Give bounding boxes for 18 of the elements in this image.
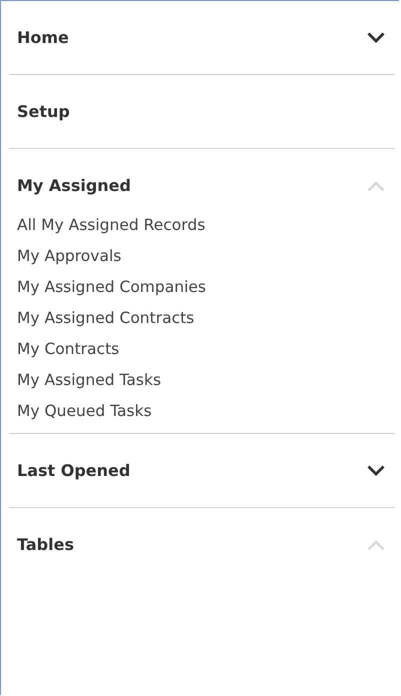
section-title: Home — [17, 28, 69, 47]
menu-link[interactable]: My Approvals — [17, 241, 122, 272]
menu-link[interactable]: My Assigned Tasks — [17, 365, 162, 396]
menu-link[interactable]: My Contracts — [17, 334, 120, 365]
section-header[interactable]: Tables — [9, 508, 395, 581]
section-title: Last Opened — [17, 461, 130, 480]
section-header[interactable]: Home — [9, 1, 395, 74]
menu-link[interactable]: All My Assigned Records — [17, 210, 206, 241]
chevron-down-icon[interactable] — [367, 32, 385, 44]
menu-link[interactable]: My Assigned Contracts — [17, 303, 194, 334]
section-title: My Assigned — [17, 176, 131, 195]
menu-link[interactable]: My Assigned Companies — [17, 272, 206, 303]
section-header[interactable]: Setup — [9, 75, 395, 148]
section-title: Setup — [17, 102, 70, 121]
section-title: Tables — [17, 535, 74, 554]
chevron-down-icon[interactable] — [367, 464, 385, 476]
menu-link[interactable]: My Queued Tasks — [17, 396, 152, 427]
section-header[interactable]: Last Opened — [9, 434, 395, 507]
